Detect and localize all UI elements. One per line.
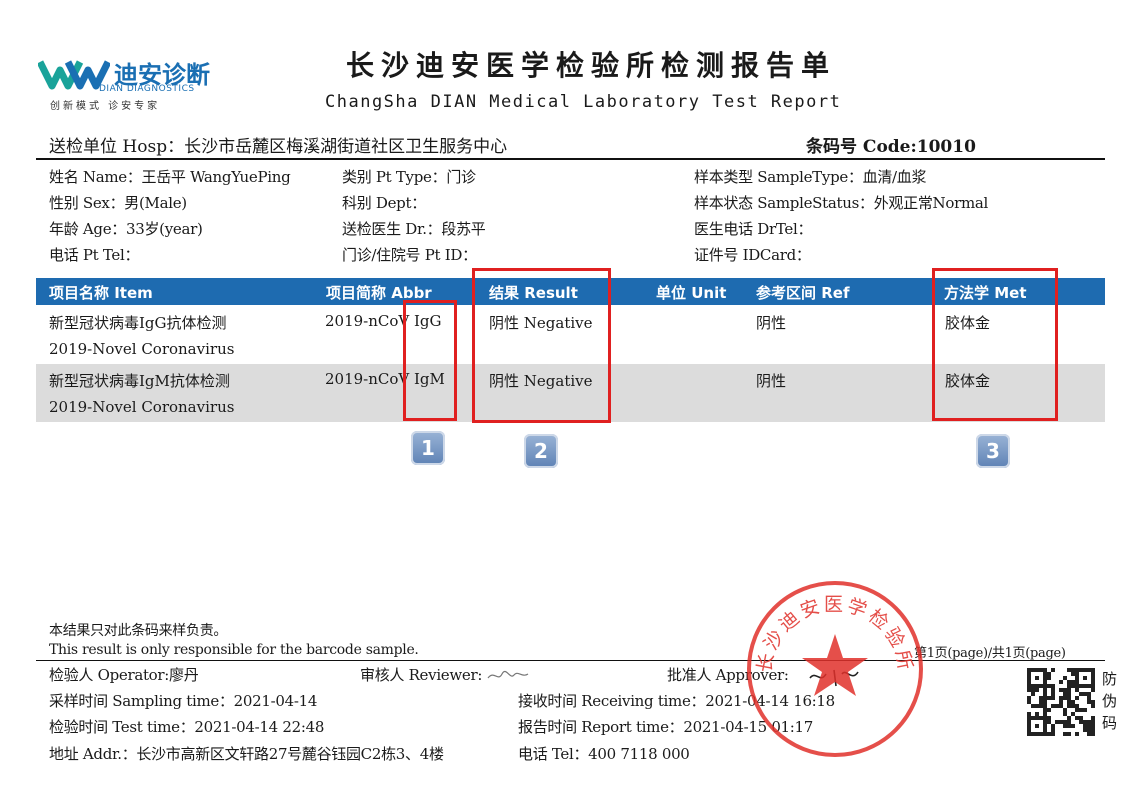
col-ref: 参考区间 Ref	[756, 284, 850, 302]
qr-code-icon	[1027, 668, 1095, 736]
patient-age: 年龄 Age：33岁(year)	[49, 220, 203, 238]
footer-divider	[36, 660, 1105, 661]
highlight-box-method	[932, 268, 1058, 421]
row1-ref: 阴性	[756, 314, 787, 332]
row1-item-cn: 新型冠状病毒IgG抗体检测	[49, 314, 227, 332]
note-cn: 本结果只对此条码来样负责。	[49, 623, 228, 639]
logo-slogan: 创新模式 诊安专家	[50, 101, 161, 112]
highlight-box-abbr	[403, 300, 457, 421]
header-divider	[36, 158, 1105, 160]
lab-phone: 电话 Tel：400 7118 000	[518, 745, 690, 763]
logo-subtitle: DIAN DIAGNOSTICS	[99, 84, 195, 94]
badge-2: 2	[524, 434, 558, 468]
patient-sex: 性别 Sex：男(Male)	[49, 194, 187, 212]
patient-type: 类别 Pt Type：门诊	[342, 168, 476, 186]
reviewer: 审核人 Reviewer:	[360, 666, 483, 684]
lab-seal-stamp: 长沙迪安医学检验所	[747, 581, 923, 757]
patient-tel: 电话 Pt Tel：	[49, 246, 140, 264]
patient-id: 门诊/住院号 Pt ID：	[342, 246, 477, 264]
id-card: 证件号 IDCard：	[694, 246, 811, 264]
col-unit: 单位 Unit	[656, 284, 727, 302]
reviewer-signature	[487, 670, 529, 679]
sample-status: 样本状态 SampleStatus：外观正常Normal	[694, 194, 989, 212]
hospital-field: 送检单位 Hosp：长沙市岳麓区梅溪湖街道社区卫生服务中心	[49, 137, 508, 157]
row2-item-cn: 新型冠状病毒IgM抗体检测	[49, 372, 230, 390]
sample-type: 样本类型 SampleType：血清/血浆	[694, 168, 927, 186]
doctor-tel: 医生电话 DrTel：	[694, 220, 813, 238]
barcode-field: 条码号 Code:10010	[806, 137, 976, 157]
patient-name: 姓名 Name：王岳平 WangYuePing	[49, 168, 291, 186]
highlight-box-result	[472, 268, 611, 423]
report-title-en: ChangSha DIAN Medical Laboratory Test Re…	[325, 92, 842, 112]
badge-3: 3	[976, 434, 1010, 468]
anti-fake-char-3: 码	[1102, 714, 1118, 732]
col-item: 项目名称 Item	[49, 284, 153, 302]
row2-item-en: 2019-Novel Coronavirus	[49, 398, 235, 416]
sampling-time: 采样时间 Sampling time：2021-04-14	[49, 692, 318, 710]
test-time: 检验时间 Test time：2021-04-14 22:48	[49, 718, 325, 736]
report-title-cn: 长沙迪安医学检验所检测报告单	[346, 49, 837, 82]
page-number: 第1页(page)/共1页(page)	[914, 646, 1066, 661]
referring-doctor: 送检医生 Dr.：段苏平	[342, 220, 486, 238]
anti-fake-label: 防 伪 码	[1102, 668, 1117, 734]
note-en: This result is only responsible for the …	[49, 642, 419, 658]
operator: 检验人 Operator:廖丹	[49, 666, 199, 684]
row2-ref: 阴性	[756, 372, 787, 390]
row1-item-en: 2019-Novel Coronavirus	[49, 340, 235, 358]
anti-fake-char-2: 伪	[1102, 692, 1118, 710]
address: 地址 Addr.：长沙市高新区文轩路27号麓谷钰园C2栋3、4楼	[49, 745, 444, 763]
anti-fake-char-1: 防	[1102, 670, 1118, 688]
patient-dept: 科别 Dept：	[342, 194, 426, 212]
badge-1: 1	[411, 431, 445, 465]
